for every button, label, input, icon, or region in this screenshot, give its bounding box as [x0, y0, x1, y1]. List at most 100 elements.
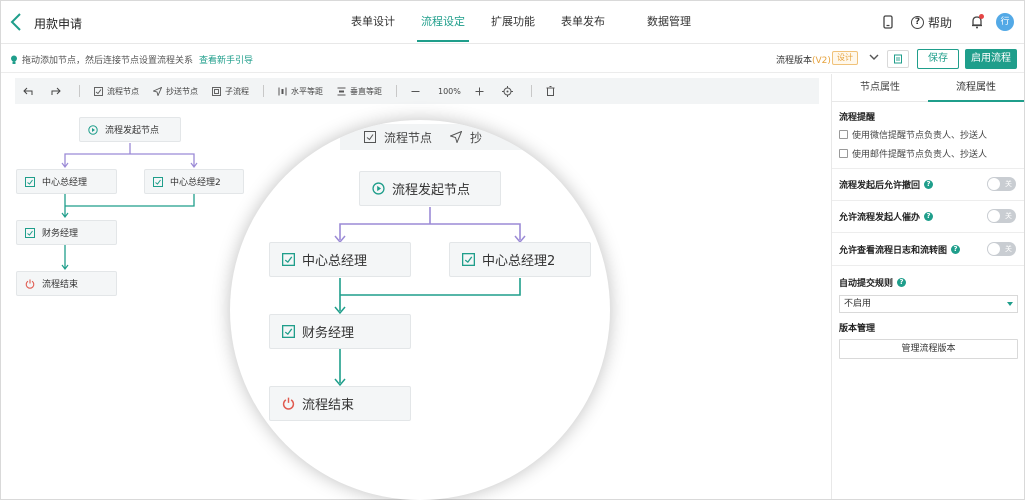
guide-link[interactable]: 查看新手引导: [199, 53, 253, 66]
approval-icon: [25, 176, 35, 187]
divider: [832, 200, 1024, 201]
tab-process-properties[interactable]: 流程属性: [928, 74, 1024, 102]
checkbox[interactable]: [839, 149, 848, 158]
node-end[interactable]: 流程结束: [16, 271, 117, 296]
caret-down-icon: [1007, 302, 1013, 306]
lens-node-center-manager: 中心总经理: [269, 242, 411, 277]
mobile-preview-icon[interactable]: [879, 13, 897, 31]
play-circle-icon: [88, 124, 98, 135]
allow-view-log-toggle[interactable]: 关: [987, 242, 1016, 256]
lens-node-center-manager-2: 中心总经理2: [449, 242, 591, 277]
auto-submit-title: 自动提交规则: [839, 279, 894, 289]
toggle-knob: [988, 210, 1000, 222]
tab-process-settings[interactable]: 流程设定: [417, 1, 469, 44]
tab-data-management[interactable]: 数据管理: [647, 1, 691, 44]
node-start[interactable]: 流程发起节点: [79, 117, 181, 142]
version-management-title: 版本管理: [839, 324, 876, 334]
divider: [832, 232, 1024, 233]
node-finance-manager[interactable]: 财务经理: [16, 220, 117, 245]
help-label: 帮助: [927, 15, 952, 30]
node-label: 流程结束: [302, 398, 355, 413]
node-label: 流程发起节点: [105, 126, 160, 136]
help-icon: ?: [910, 15, 924, 29]
node-label: 中心总经理: [302, 254, 368, 269]
save-button[interactable]: 保存: [917, 49, 959, 69]
lens-node-start: 流程发起节点: [359, 171, 501, 206]
allow-urge-label: 允许流程发起人催办: [839, 213, 921, 223]
status-badge: 设计: [832, 51, 858, 65]
allow-urge-toggle[interactable]: 关: [987, 209, 1016, 223]
node-label: 中心总经理2: [482, 254, 556, 269]
approval-icon: [462, 253, 475, 266]
approval-icon: [25, 227, 35, 238]
toggle-knob: [988, 178, 1000, 190]
node-label: 财务经理: [42, 229, 79, 239]
panel-tabs: 节点属性 流程属性: [832, 74, 1024, 102]
play-circle-icon: [372, 182, 385, 195]
node-label: 中心总经理2: [170, 178, 221, 188]
help-button[interactable]: ? 帮助: [910, 14, 952, 31]
tab-extensions[interactable]: 扩展功能: [491, 1, 535, 44]
top-header: 用款申请 表单设计 流程设定 扩展功能 表单发布 数据管理 ? 帮助 行: [1, 1, 1024, 44]
auto-submit-value: 不启用: [844, 299, 872, 309]
notification-dot: [979, 14, 984, 19]
auto-submit-select[interactable]: 不启用: [839, 295, 1018, 313]
allow-view-log-label: 允许查看流程日志和流转图: [839, 246, 948, 256]
approval-icon: [282, 253, 295, 266]
app-title: 用款申请: [34, 17, 83, 31]
guide-tip: 拖动添加节点，然后连接节点设置流程关系 查看新手引导: [10, 53, 253, 66]
version-label: 流程版本: [776, 56, 813, 66]
lens-node-finance-manager: 财务经理: [269, 314, 411, 349]
checkbox[interactable]: [839, 130, 848, 139]
main-nav: 表单设计 流程设定 扩展功能 表单发布 数据管理: [351, 1, 717, 44]
info-icon[interactable]: ?: [924, 180, 934, 189]
node-label: 财务经理: [302, 326, 355, 341]
toggle-text: 关: [1005, 245, 1012, 253]
version-value: (V2): [812, 56, 831, 66]
guide-tip-text: 拖动添加节点，然后连接节点设置流程关系: [22, 56, 194, 66]
toggle-text: 关: [1005, 212, 1012, 220]
approval-icon: [153, 176, 163, 187]
node-center-manager-2[interactable]: 中心总经理2: [144, 169, 244, 194]
power-icon: [282, 397, 295, 410]
node-label: 中心总经理: [42, 178, 88, 188]
document-icon: [894, 54, 902, 64]
reminder-title: 流程提醒: [839, 113, 876, 123]
lightbulb-icon: [11, 55, 17, 64]
email-reminder-label: 使用邮件提醒节点负责人、抄送人: [852, 150, 988, 160]
tab-node-properties[interactable]: 节点属性: [832, 74, 928, 101]
properties-panel: 节点属性 流程属性 流程提醒 使用微信提醒节点负责人、抄送人 使用邮件提醒节点负…: [831, 74, 1024, 499]
process-version: 流程版本(V2): [776, 53, 831, 66]
info-icon[interactable]: ?: [951, 245, 961, 254]
enable-process-button[interactable]: 启用流程: [965, 49, 1017, 69]
sub-toolbar: 拖动添加节点，然后连接节点设置流程关系 查看新手引导 流程版本(V2) 设计 保…: [1, 45, 1024, 73]
wechat-reminder-label: 使用微信提醒节点负责人、抄送人: [852, 131, 988, 141]
info-icon[interactable]: ?: [897, 278, 907, 287]
manage-versions-button[interactable]: 管理流程版本: [839, 339, 1018, 359]
allow-withdraw-toggle[interactable]: 关: [987, 177, 1016, 191]
divider: [832, 265, 1024, 266]
email-reminder-checkbox[interactable]: 使用邮件提醒节点负责人、抄送人: [839, 147, 987, 160]
approval-icon: [282, 325, 295, 338]
header-actions: ? 帮助 行: [879, 13, 1014, 31]
info-icon[interactable]: ?: [924, 212, 934, 221]
node-center-manager[interactable]: 中心总经理: [16, 169, 117, 194]
divider: [832, 168, 1024, 169]
toggle-knob: [988, 243, 1000, 255]
preview-button[interactable]: [887, 50, 909, 68]
magnifier-lens: 流程节点 抄 流程发起节点 中心总经理 中心总经理2 财务经理 流程结束: [230, 120, 610, 500]
toggle-text: 关: [1005, 180, 1012, 188]
node-label: 流程结束: [42, 280, 79, 290]
auto-submit-row: 自动提交规则 ?: [839, 276, 1019, 289]
lens-node-end: 流程结束: [269, 386, 411, 421]
allow-withdraw-label: 流程发起后允许撤回: [839, 181, 921, 191]
power-icon: [25, 279, 35, 289]
wechat-reminder-checkbox[interactable]: 使用微信提醒节点负责人、抄送人: [839, 128, 987, 141]
node-label: 流程发起节点: [392, 183, 471, 198]
avatar[interactable]: 行: [996, 13, 1014, 31]
tab-form-publish[interactable]: 表单发布: [561, 1, 605, 44]
tab-form-design[interactable]: 表单设计: [351, 1, 395, 44]
back-arrow-icon[interactable]: [7, 11, 27, 33]
chevron-down-icon[interactable]: [868, 51, 880, 63]
notification-icon[interactable]: [968, 13, 986, 31]
